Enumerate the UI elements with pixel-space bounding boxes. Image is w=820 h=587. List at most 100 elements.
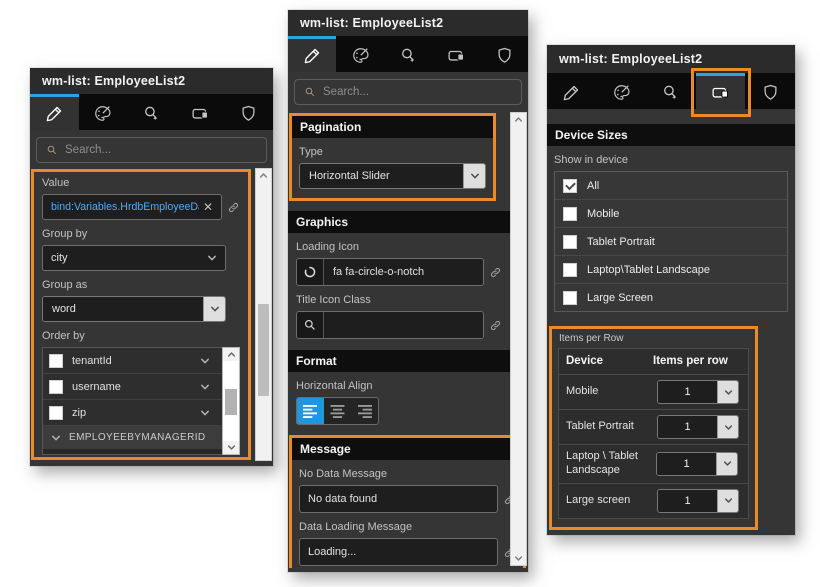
group-as-select[interactable]: word <box>42 296 226 322</box>
pagination-section-header: Pagination <box>292 116 493 138</box>
tab-styles[interactable] <box>336 36 384 72</box>
tab-security[interactable] <box>224 94 273 130</box>
data-loading-message-input[interactable]: Loading... <box>299 538 498 566</box>
panel-scrollbar[interactable] <box>510 112 527 566</box>
checkbox-mobile[interactable] <box>563 207 577 221</box>
no-data-message-input[interactable]: No data found <box>299 485 498 513</box>
graphics-section-header: Graphics <box>288 211 510 233</box>
align-center-icon <box>330 405 345 418</box>
align-right-button[interactable] <box>351 398 378 424</box>
title-icon-class-input[interactable] <box>296 311 484 339</box>
device-option-mobile[interactable]: Mobile <box>555 200 787 228</box>
tab-properties[interactable] <box>288 36 336 72</box>
bind-link-icon[interactable] <box>227 201 240 214</box>
title-icon-class-label: Title Icon Class <box>296 294 502 306</box>
dropdown-button[interactable] <box>203 297 225 321</box>
checkbox-tenantId[interactable] <box>49 354 63 368</box>
search-input[interactable]: Search... <box>36 137 267 163</box>
properties-panel-1: wm-list: EmployeeList2 Search... Value b… <box>30 68 273 466</box>
scroll-up-icon[interactable] <box>259 171 268 180</box>
device-name: Tablet Portrait <box>566 420 657 434</box>
column-header-items-per-row: Items per row <box>653 354 741 368</box>
order-by-scrollbar[interactable] <box>222 347 240 455</box>
tab-styles[interactable] <box>79 94 128 130</box>
tab-styles[interactable] <box>597 73 647 109</box>
dropdown-button[interactable] <box>717 416 738 438</box>
search-input[interactable]: Search... <box>294 79 522 105</box>
chevron-down-icon <box>51 433 61 443</box>
properties-panel-3: wm-list: EmployeeList2 Device Sizes Show… <box>547 45 795 535</box>
panel-tab-bar <box>30 94 273 130</box>
tab-events[interactable] <box>384 36 432 72</box>
align-center-button[interactable] <box>324 398 351 424</box>
tab-events[interactable] <box>127 94 176 130</box>
scroll-thumb[interactable] <box>258 304 269 396</box>
order-by-label: Order by <box>42 330 240 342</box>
horizontal-align-group <box>296 397 379 425</box>
panel-scrollbar[interactable] <box>255 168 272 461</box>
scroll-up-icon[interactable] <box>227 350 236 359</box>
shield-icon <box>239 104 258 123</box>
checkbox-username[interactable] <box>49 380 63 394</box>
pagination-type-select[interactable]: Horizontal Slider <box>299 163 486 189</box>
clear-icon[interactable]: ✕ <box>203 201 213 213</box>
chevron-down-icon <box>470 171 480 181</box>
option-label: tenantId <box>72 355 112 367</box>
checkbox-laptop-tablet-landscape[interactable] <box>563 263 577 277</box>
value-input[interactable]: bind:Variables.HrdbEmployeeData1.dat ✕ <box>42 194 222 220</box>
dropdown-button[interactable] <box>717 490 738 512</box>
order-by-group-header[interactable]: EMPLOYEEBYMANAGERID <box>43 426 222 449</box>
device-option-all[interactable]: All <box>555 172 787 200</box>
device-option-large-screen[interactable]: Large Screen <box>555 284 787 311</box>
group-as-label: Group as <box>42 279 240 291</box>
order-by-option[interactable]: username <box>43 374 222 400</box>
scroll-down-icon[interactable] <box>227 443 236 452</box>
items-value: 1 <box>658 490 717 512</box>
dropdown-button[interactable] <box>716 453 737 475</box>
tab-events[interactable] <box>646 73 696 109</box>
chevron-down-icon <box>724 496 733 505</box>
search-icon <box>303 318 317 332</box>
checkbox-large-screen[interactable] <box>563 291 577 305</box>
bind-link-icon[interactable] <box>489 319 502 332</box>
device-option-laptop-tablet-landscape[interactable]: Laptop\Tablet Landscape <box>555 256 787 284</box>
data-loading-message-label: Data Loading Message <box>299 521 516 533</box>
tab-devices-highlighted[interactable] <box>696 73 746 109</box>
tab-devices[interactable] <box>432 36 480 72</box>
properties-panel-2: wm-list: EmployeeList2 Search... Paginat… <box>288 10 528 572</box>
items-per-row-select-laptop-tablet-landscape[interactable]: 1 <box>656 452 738 476</box>
loading-icon-input[interactable]: fa fa-circle-o-notch <box>296 258 484 286</box>
align-left-button[interactable] <box>297 398 324 424</box>
scroll-up-icon[interactable] <box>514 115 523 124</box>
option-label: username <box>72 381 121 393</box>
checkbox-all[interactable] <box>563 179 577 193</box>
order-by-option[interactable]: tenantId <box>43 348 222 374</box>
dropdown-button[interactable] <box>463 164 485 188</box>
checkbox-tablet-portrait[interactable] <box>563 235 577 249</box>
items-per-row-select-large-screen[interactable]: 1 <box>657 489 739 513</box>
no-data-message-label: No Data Message <box>299 468 516 480</box>
tab-properties[interactable] <box>547 73 597 109</box>
bind-link-icon[interactable] <box>489 266 502 279</box>
group-by-select[interactable]: city <box>42 245 226 271</box>
chevron-down-icon <box>200 408 210 418</box>
scroll-down-icon[interactable] <box>514 554 523 563</box>
option-label: Tablet Portrait <box>587 236 655 248</box>
items-per-row-select-tablet-portrait[interactable]: 1 <box>657 415 739 439</box>
scroll-thumb[interactable] <box>225 389 237 415</box>
device-option-tablet-portrait[interactable]: Tablet Portrait <box>555 228 787 256</box>
checkbox-zip[interactable] <box>49 406 63 420</box>
show-in-device-label: Show in device <box>554 154 788 166</box>
tab-properties[interactable] <box>30 94 79 130</box>
panel-title: wm-list: EmployeeList2 <box>547 45 795 73</box>
tab-devices[interactable] <box>176 94 225 130</box>
tab-security[interactable] <box>745 73 795 109</box>
items-per-row-select-mobile[interactable]: 1 <box>657 380 739 404</box>
dropdown-button[interactable] <box>717 381 738 403</box>
loading-icon-value: fa fa-circle-o-notch <box>324 259 483 285</box>
devices-icon <box>447 46 466 65</box>
tab-security[interactable] <box>480 36 528 72</box>
option-label: Large Screen <box>587 292 653 304</box>
pencil-icon <box>562 83 581 102</box>
order-by-option[interactable]: zip <box>43 400 222 426</box>
